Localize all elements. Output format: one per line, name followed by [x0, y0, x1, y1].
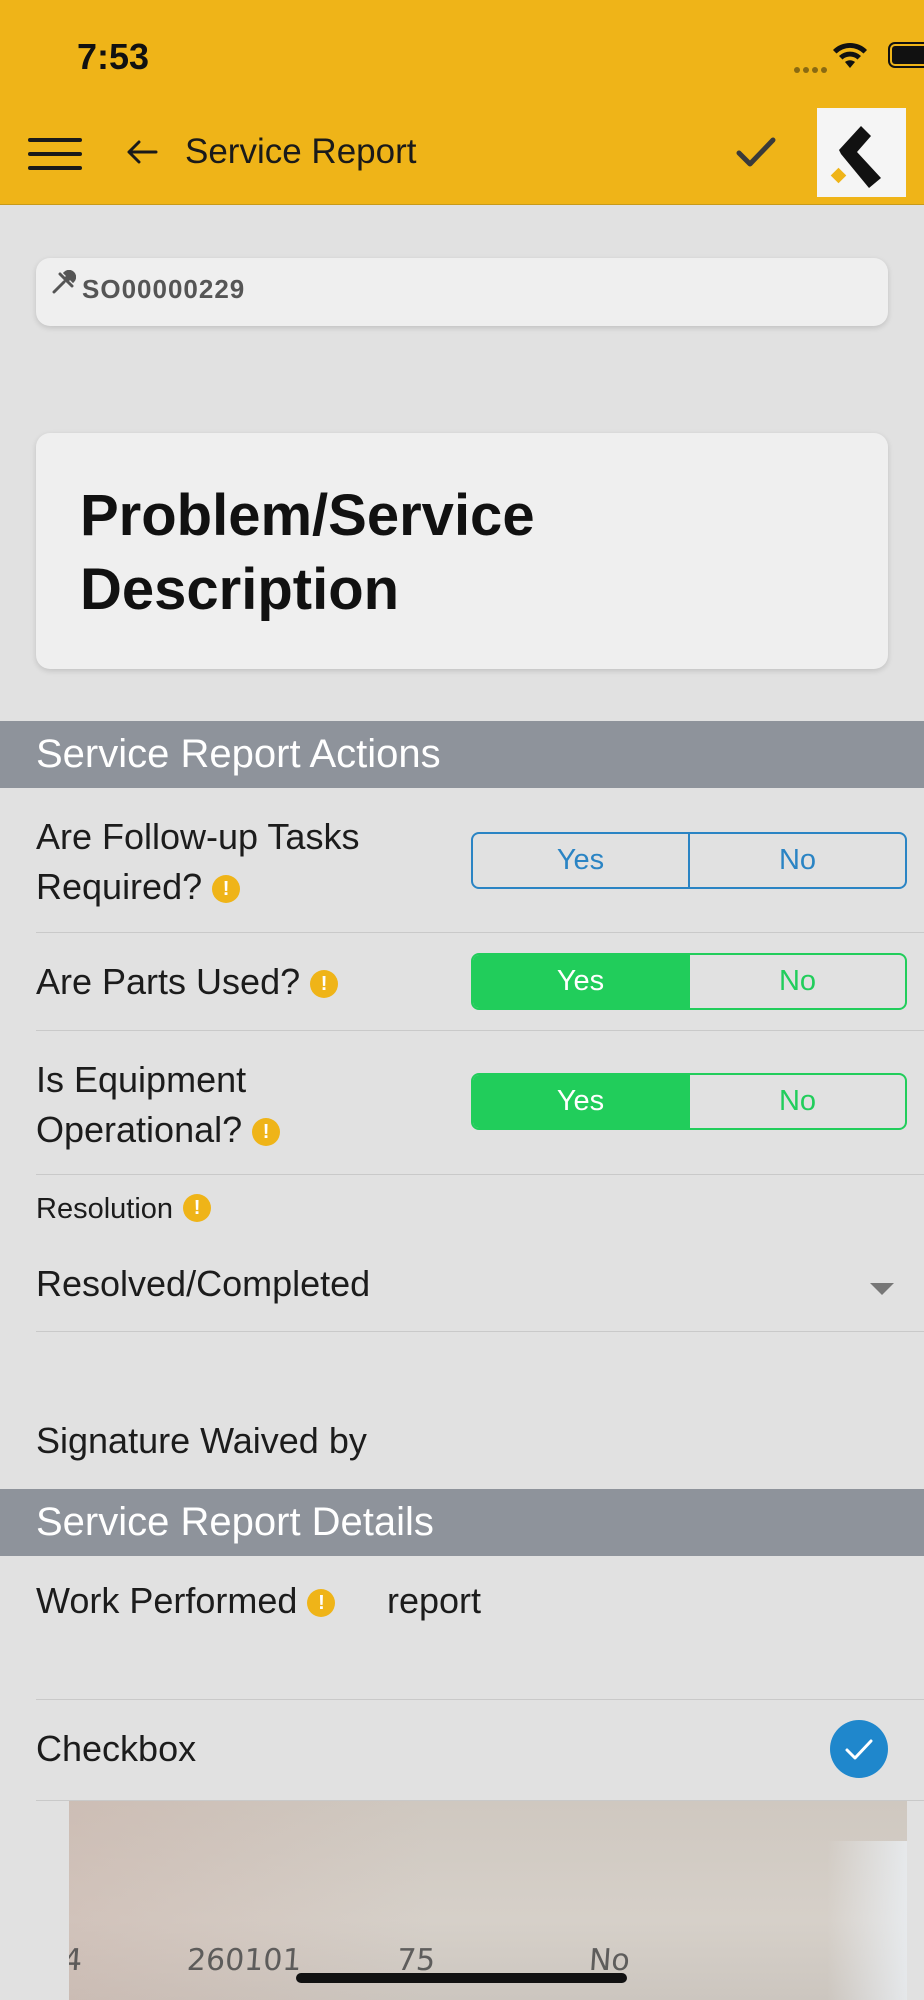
photo-cell-value: 260101	[185, 1943, 303, 1978]
checkbox-label: Checkbox	[36, 1728, 197, 1769]
description-card: Problem/Service Description	[36, 433, 888, 669]
signature-waived-label: Signature Waived by	[36, 1420, 367, 1461]
resolution-value: Resolved/Completed	[36, 1263, 371, 1304]
page-title: Service Report	[185, 132, 417, 171]
resolution-select[interactable]: Resolution! Resolved/Completed	[36, 1175, 924, 1332]
attachment-photo[interactable]: 4 260101 75 No	[69, 1801, 907, 2000]
service-order-id: SO00000229	[82, 274, 246, 304]
checkbox-checked-icon[interactable]	[830, 1720, 888, 1778]
top-bar: 7:53 Service Report	[0, 0, 924, 205]
required-warning-icon: !	[310, 970, 339, 998]
question-row-parts: Are Parts Used?! Yes No	[36, 933, 924, 1031]
required-warning-icon: !	[252, 1118, 281, 1146]
hamburger-menu-icon[interactable]	[28, 138, 82, 170]
parts-yes-option[interactable]: Yes	[473, 955, 688, 1008]
save-checkmark-icon[interactable]	[734, 132, 778, 172]
section-header-details: Service Report Details	[0, 1489, 924, 1556]
signature-waived-field[interactable]: Signature Waived by	[36, 1332, 924, 1489]
equipment-yes-option[interactable]: Yes	[473, 1075, 688, 1128]
equipment-segmented-control[interactable]: Yes No	[471, 1073, 907, 1130]
question-label-equipment: Is Equipment Operational?	[36, 1059, 247, 1150]
question-row-followup: Are Follow-up Tasks Required?! Yes No	[36, 788, 924, 933]
required-warning-icon: !	[183, 1194, 212, 1222]
dropdown-caret-icon	[870, 1283, 894, 1295]
parts-no-option[interactable]: No	[688, 955, 905, 1008]
work-performed-field[interactable]: Work Performed! report	[36, 1556, 924, 1700]
parts-segmented-control[interactable]: Yes No	[471, 953, 907, 1010]
company-logo	[817, 108, 906, 197]
checkbox-row: Checkbox	[36, 1700, 924, 1801]
equipment-no-option[interactable]: No	[688, 1075, 905, 1128]
home-indicator	[296, 1973, 627, 1983]
question-row-equipment: Is Equipment Operational?! Yes No	[36, 1031, 924, 1175]
work-performed-label: Work Performed	[36, 1580, 298, 1621]
followup-segmented-control[interactable]: Yes No	[471, 832, 907, 889]
section-header-actions: Service Report Actions	[0, 721, 924, 788]
followup-yes-option[interactable]: Yes	[473, 834, 688, 887]
required-warning-icon: !	[307, 1589, 336, 1617]
status-time: 7:53	[77, 36, 150, 77]
work-performed-value: report	[387, 1580, 482, 1621]
question-label-parts: Are Parts Used?	[36, 961, 301, 1002]
back-arrow-icon[interactable]	[122, 132, 162, 172]
cellular-signal-icon	[794, 60, 830, 78]
service-order-card[interactable]: SO00000229	[36, 258, 888, 326]
question-label-followup: Are Follow-up Tasks Required?	[36, 816, 360, 907]
resolution-label: Resolution	[36, 1193, 174, 1225]
followup-no-option[interactable]: No	[688, 834, 905, 887]
description-title: Problem/Service Description	[80, 483, 535, 622]
tools-icon	[52, 270, 76, 294]
wifi-icon	[833, 42, 867, 68]
required-warning-icon: !	[212, 875, 241, 903]
battery-icon	[888, 42, 924, 68]
